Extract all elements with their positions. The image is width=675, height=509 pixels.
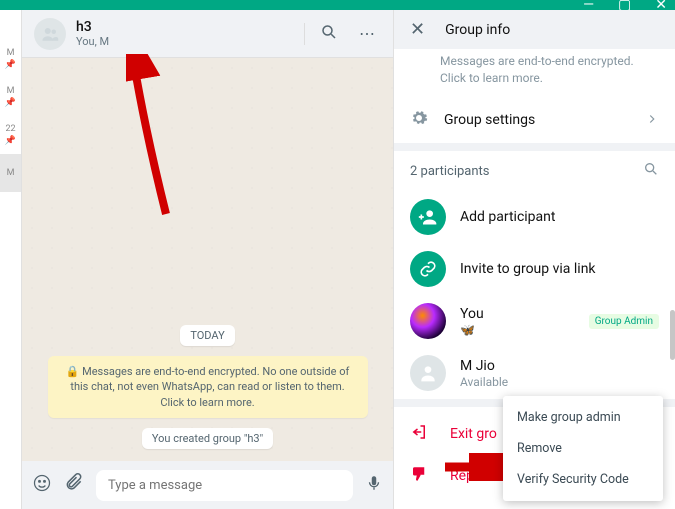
sidebar-item[interactable]: 22📌 bbox=[0, 116, 21, 154]
group-avatar-icon bbox=[34, 18, 66, 50]
group-settings-label: Group settings bbox=[444, 112, 629, 128]
pin-icon: 📌 bbox=[5, 136, 16, 146]
avatar bbox=[410, 303, 446, 339]
participant-row-mjio[interactable]: M Jio Available bbox=[394, 347, 675, 399]
encryption-info[interactable]: Messages are end-to-end encrypted. Click… bbox=[394, 49, 675, 97]
participant-name: You bbox=[460, 306, 575, 322]
encryption-notice[interactable]: 🔒 Messages are end-to-end encrypted. No … bbox=[48, 356, 368, 418]
chat-body: TODAY 🔒 Messages are end-to-end encrypte… bbox=[22, 58, 393, 461]
message-composer bbox=[22, 461, 393, 509]
sidebar-item[interactable]: M📌 bbox=[0, 40, 21, 78]
participant-context-menu: Make group admin Remove Verify Security … bbox=[503, 396, 663, 501]
chat-title-block[interactable]: h3 You, M bbox=[76, 19, 294, 48]
exit-icon bbox=[410, 423, 428, 445]
participant-status: 🦋 bbox=[460, 323, 575, 337]
chat-subtitle: You, M bbox=[76, 35, 294, 48]
scrollbar[interactable] bbox=[670, 310, 675, 360]
more-icon[interactable]: ⋯ bbox=[353, 24, 381, 43]
chat-column: h3 You, M ⋯ TODAY 🔒 Messages are end-to-… bbox=[22, 10, 393, 509]
admin-badge: Group Admin bbox=[589, 314, 659, 329]
group-info-panel: ✕ Group info Messages are end-to-end enc… bbox=[393, 10, 675, 509]
pin-icon: 📌 bbox=[5, 98, 16, 108]
gear-icon bbox=[410, 109, 428, 131]
participant-row-you[interactable]: You 🦋 Group Admin bbox=[394, 295, 675, 347]
search-participants-icon[interactable] bbox=[643, 161, 659, 181]
chat-title: h3 bbox=[76, 19, 294, 35]
thumbs-down-icon bbox=[410, 465, 428, 487]
group-settings-button[interactable]: Group settings bbox=[394, 97, 675, 143]
sidebar-item[interactable]: M📌 bbox=[0, 78, 21, 116]
attach-icon[interactable] bbox=[64, 473, 84, 497]
panel-title: Group info bbox=[445, 22, 510, 38]
emoji-icon[interactable] bbox=[32, 473, 52, 497]
chat-header[interactable]: h3 You, M ⋯ bbox=[22, 10, 393, 58]
link-icon bbox=[410, 251, 446, 287]
participants-count: 2 participants bbox=[410, 164, 490, 179]
close-icon[interactable]: ✕ bbox=[410, 19, 425, 40]
mic-icon[interactable] bbox=[365, 474, 383, 496]
chevron-right-icon bbox=[645, 111, 659, 130]
divider bbox=[304, 23, 305, 45]
chat-list-sidebar: M📌 M📌 22📌 M bbox=[0, 10, 22, 509]
system-message: You created group "h3" bbox=[142, 428, 273, 449]
avatar bbox=[410, 355, 446, 391]
date-pill: TODAY bbox=[180, 325, 234, 346]
add-person-icon bbox=[410, 199, 446, 235]
participant-status: Available bbox=[460, 375, 659, 389]
pin-icon: 📌 bbox=[5, 60, 16, 70]
sidebar-item[interactable]: M bbox=[0, 154, 21, 192]
participants-header: 2 participants bbox=[394, 151, 675, 191]
window-titlebar: — ▢ ✕ bbox=[0, 0, 675, 10]
search-icon[interactable] bbox=[315, 23, 343, 45]
invite-link-button[interactable]: Invite to group via link bbox=[394, 243, 675, 295]
menu-remove[interactable]: Remove bbox=[503, 433, 663, 464]
participant-name: M Jio bbox=[460, 358, 659, 374]
panel-header: ✕ Group info bbox=[394, 10, 675, 49]
menu-verify-code[interactable]: Verify Security Code bbox=[503, 464, 663, 495]
message-input[interactable] bbox=[96, 470, 353, 501]
add-participant-button[interactable]: Add participant bbox=[394, 191, 675, 243]
menu-make-admin[interactable]: Make group admin bbox=[503, 402, 663, 433]
